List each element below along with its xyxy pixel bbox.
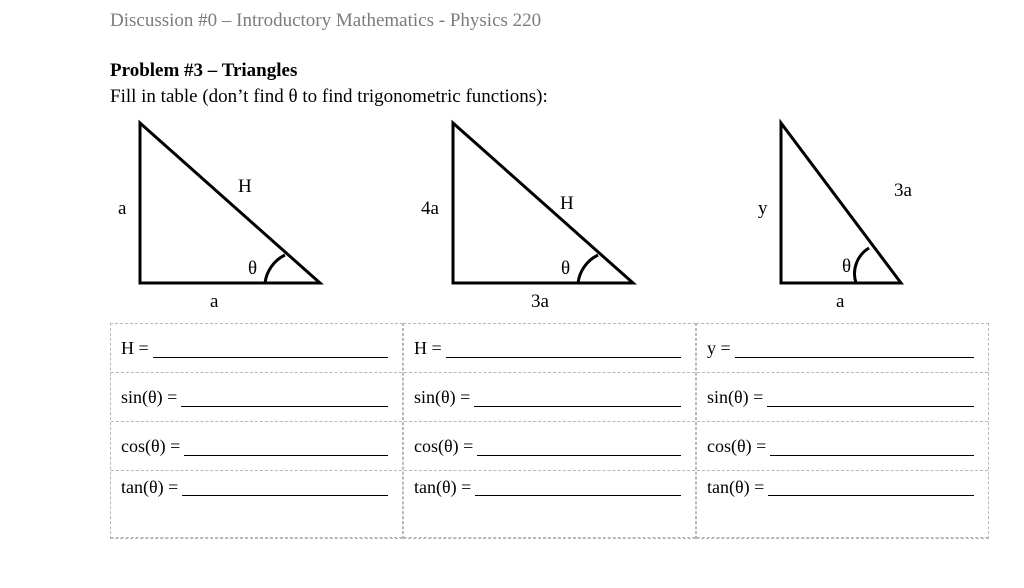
triangle-3-angle-label: θ bbox=[842, 256, 851, 278]
row-label: cos(θ) = bbox=[121, 436, 180, 457]
answer-table-2: H = sin(θ) = cos(θ) = tan(θ) = bbox=[403, 323, 696, 539]
table-row: tan(θ) = bbox=[404, 471, 695, 538]
figure-triangle-3: y 3a θ a bbox=[696, 118, 989, 323]
answer-blank[interactable] bbox=[477, 437, 681, 456]
table-row: cos(θ) = bbox=[111, 422, 402, 471]
triangle-3-hypotenuse-label: 3a bbox=[894, 180, 912, 202]
table-row: sin(θ) = bbox=[697, 373, 988, 422]
table-row: y = bbox=[697, 324, 988, 373]
answer-table-1: H = sin(θ) = cos(θ) = tan(θ) = bbox=[110, 323, 403, 539]
triangle-3-base-label: a bbox=[836, 291, 844, 313]
answer-blank[interactable] bbox=[768, 477, 974, 496]
table-row: H = bbox=[111, 324, 402, 373]
answer-blank[interactable] bbox=[446, 339, 681, 358]
column-3: y 3a θ a y = sin(θ) = cos(θ) = bbox=[696, 118, 989, 539]
triangle-3-vertical-label: y bbox=[758, 198, 768, 220]
answer-blank[interactable] bbox=[770, 437, 974, 456]
triangle-2-base-label: 3a bbox=[531, 291, 549, 313]
triangle-1-hypotenuse-label: H bbox=[238, 176, 252, 198]
table-row: cos(θ) = bbox=[404, 422, 695, 471]
answer-blank[interactable] bbox=[182, 477, 388, 496]
answer-blank[interactable] bbox=[181, 388, 388, 407]
table-row: H = bbox=[404, 324, 695, 373]
answer-blank[interactable] bbox=[735, 339, 974, 358]
table-row: sin(θ) = bbox=[111, 373, 402, 422]
row-label: sin(θ) = bbox=[414, 387, 470, 408]
row-label: tan(θ) = bbox=[707, 477, 764, 498]
triangle-2-svg bbox=[428, 118, 658, 308]
row-label: y = bbox=[707, 338, 731, 359]
table-row: tan(θ) = bbox=[697, 471, 988, 538]
answer-blank[interactable] bbox=[184, 437, 388, 456]
triangle-1-vertical-label: a bbox=[118, 198, 126, 220]
column-2: 4a H θ 3a H = sin(θ) = cos(θ) = bbox=[403, 118, 696, 539]
page-header: Discussion #0 – Introductory Mathematics… bbox=[110, 10, 1024, 32]
row-label: cos(θ) = bbox=[414, 436, 473, 457]
triangle-1-svg bbox=[115, 118, 345, 308]
instruction-text: Fill in table (don’t find θ to find trig… bbox=[110, 86, 1024, 108]
triangle-2-vertical-label: 4a bbox=[421, 198, 439, 220]
triangle-3-svg bbox=[756, 118, 956, 308]
answer-blank[interactable] bbox=[474, 388, 681, 407]
row-label: sin(θ) = bbox=[707, 387, 763, 408]
answer-blank[interactable] bbox=[153, 339, 388, 358]
answer-table-3: y = sin(θ) = cos(θ) = tan(θ) = bbox=[696, 323, 989, 539]
answer-blank[interactable] bbox=[767, 388, 974, 407]
triangle-2-angle-label: θ bbox=[561, 258, 570, 280]
triangle-1-base-label: a bbox=[210, 291, 218, 313]
problem-title: Problem #3 – Triangles bbox=[110, 60, 1024, 82]
table-row: cos(θ) = bbox=[697, 422, 988, 471]
figure-triangle-2: 4a H θ 3a bbox=[403, 118, 696, 323]
row-label: sin(θ) = bbox=[121, 387, 177, 408]
table-row: sin(θ) = bbox=[404, 373, 695, 422]
row-label: cos(θ) = bbox=[707, 436, 766, 457]
table-row: tan(θ) = bbox=[111, 471, 402, 538]
column-1: a H θ a H = sin(θ) = cos(θ) = bbox=[110, 118, 403, 539]
row-label: tan(θ) = bbox=[121, 477, 178, 498]
row-label: tan(θ) = bbox=[414, 477, 471, 498]
triangle-2-hypotenuse-label: H bbox=[560, 193, 574, 215]
answer-blank[interactable] bbox=[475, 477, 681, 496]
triangle-1-angle-label: θ bbox=[248, 258, 257, 280]
figure-triangle-1: a H θ a bbox=[110, 118, 403, 323]
row-label: H = bbox=[121, 338, 149, 359]
row-label: H = bbox=[414, 338, 442, 359]
